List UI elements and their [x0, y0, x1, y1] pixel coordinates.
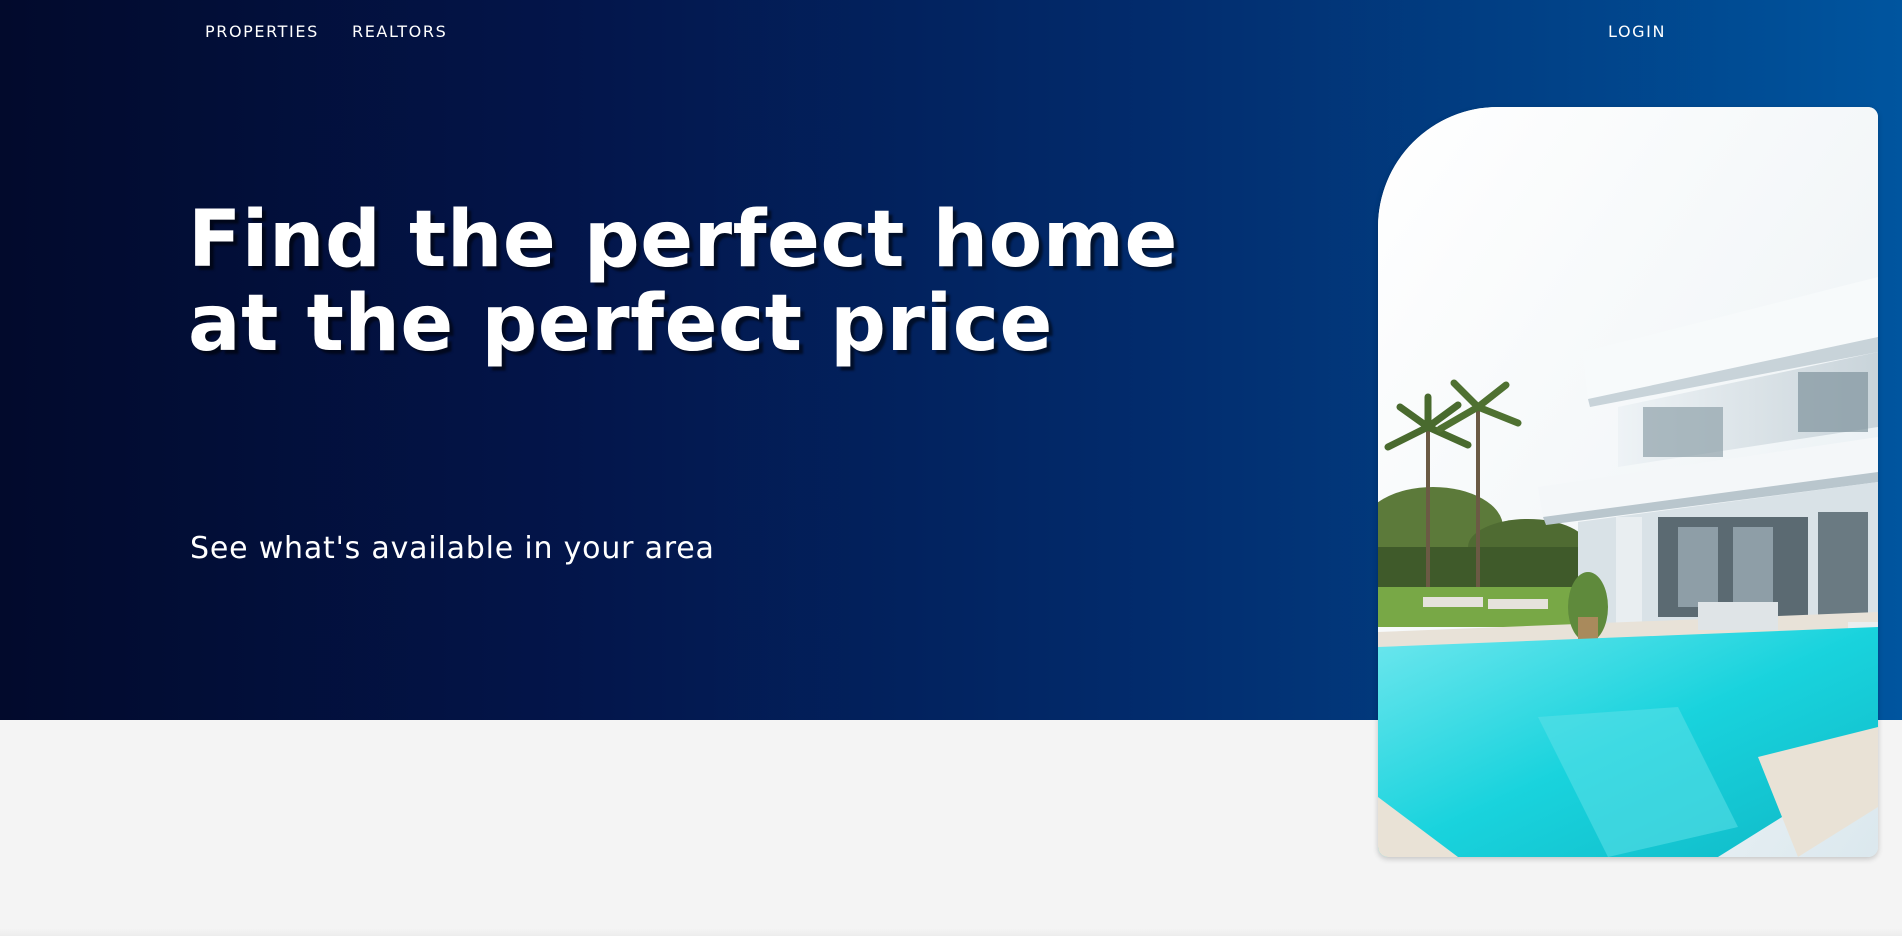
section-divider — [0, 928, 1902, 936]
nav-realtors-link[interactable]: REALTORS — [352, 22, 447, 42]
nav-login-link[interactable]: LOGIN — [1608, 22, 1666, 42]
nav-properties-link[interactable]: PROPERTIES — [205, 22, 319, 42]
hero-house-photo — [1378, 107, 1878, 857]
hero-subheadline: See what's available in your area — [190, 531, 715, 566]
hero-headline: Find the perfect home at the perfect pri… — [188, 195, 1178, 369]
page: PROPERTIES REALTORS LOGIN Find the perfe… — [0, 0, 1902, 936]
